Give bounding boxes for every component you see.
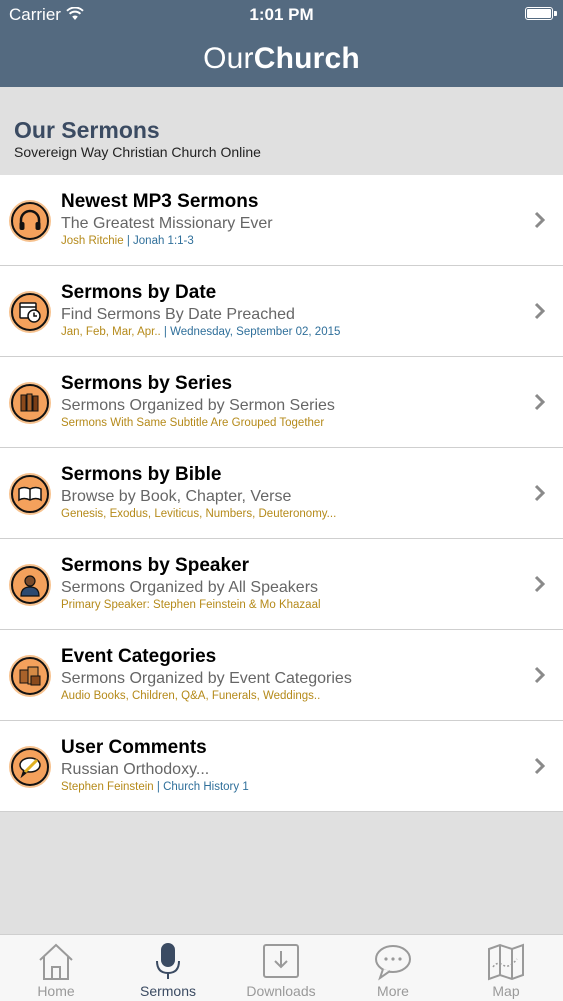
- detail-primary: Jan, Feb, Mar, Apr..: [61, 326, 161, 338]
- chevron-right-icon: [533, 211, 546, 234]
- detail-separator: |: [123, 235, 134, 247]
- open-bible-icon: [11, 475, 49, 513]
- list-item-sermons-by-speaker[interactable]: Sermons by Speaker Sermons Organized by …: [0, 539, 563, 630]
- app-title-church: Church: [253, 42, 360, 75]
- page-header: Our Sermons Sovereign Way Christian Chur…: [0, 87, 563, 175]
- list-item-detail: Jan, Feb, Mar, Apr.. | Wednesday, Septem…: [61, 326, 340, 338]
- tab-map[interactable]: Map: [450, 935, 562, 1001]
- list-item-title: Event Categories: [61, 646, 217, 667]
- list-item-subtitle: Find Sermons By Date Preached: [61, 306, 295, 323]
- calendar-clock-icon: [11, 293, 49, 331]
- list-item-detail: Stephen Feinstein | Church History 1: [61, 781, 249, 793]
- tab-map-label: Map: [492, 983, 520, 999]
- sermon-menu-list: Newest MP3 Sermons The Greatest Missiona…: [0, 175, 563, 812]
- list-item-event-categories[interactable]: Event Categories Sermons Organized by Ev…: [0, 630, 563, 721]
- chevron-right-icon: [533, 666, 546, 689]
- detail-separator: |: [160, 326, 171, 338]
- detail-primary: Josh Ritchie: [61, 235, 124, 247]
- detail-secondary: Church History 1: [163, 781, 249, 793]
- categories-icon: [11, 657, 49, 695]
- list-item-title: Sermons by Series: [61, 373, 233, 394]
- headphones-icon: [11, 202, 49, 240]
- chevron-right-icon: [533, 757, 546, 780]
- chevron-right-icon: [533, 393, 546, 416]
- list-item-title: Sermons by Bible: [61, 464, 222, 485]
- list-item-detail: Primary Speaker: Stephen Feinstein & Mo …: [61, 599, 321, 611]
- list-item-subtitle: Sermons Organized by All Speakers: [61, 579, 319, 596]
- list-item-subtitle: Browse by Book, Chapter, Verse: [61, 488, 292, 505]
- tab-downloads[interactable]: Downloads: [225, 935, 337, 1001]
- books-icon: [11, 384, 49, 422]
- list-item-title: Sermons by Date: [61, 282, 217, 303]
- list-item-sermons-by-bible[interactable]: Sermons by Bible Browse by Book, Chapter…: [0, 448, 563, 539]
- list-item-sermons-by-date[interactable]: Sermons by Date Find Sermons By Date Pre…: [0, 266, 563, 357]
- list-item-newest-mp3-sermons[interactable]: Newest MP3 Sermons The Greatest Missiona…: [0, 175, 563, 266]
- chevron-right-icon: [533, 302, 546, 325]
- tab-sermons[interactable]: Sermons: [112, 935, 224, 1001]
- clock: 1:01 PM: [249, 5, 314, 24]
- detail-primary: Genesis, Exodus, Leviticus, Numbers, Deu…: [61, 508, 337, 520]
- detail-secondary: Wednesday, September 02, 2015: [170, 326, 341, 338]
- app-title: OurChurch: [0, 30, 563, 87]
- battery-level: [527, 9, 551, 18]
- list-item-sermons-by-series[interactable]: Sermons by Series Sermons Organized by S…: [0, 357, 563, 448]
- list-item-subtitle: The Greatest Missionary Ever: [61, 215, 273, 232]
- list-item-detail: Josh Ritchie | Jonah 1:1-3: [61, 235, 194, 247]
- comment-pen-icon: [11, 748, 49, 786]
- nav-bar: OurChurch: [0, 30, 563, 87]
- tab-more[interactable]: More: [337, 935, 449, 1001]
- detail-primary: Primary Speaker: Stephen Feinstein & Mo …: [61, 599, 321, 611]
- status-bar: Carrier 1:01 PM: [0, 0, 563, 30]
- list-item-subtitle: Sermons Organized by Event Categories: [61, 670, 352, 687]
- battery-icon: [525, 7, 557, 20]
- list-item-detail: Audio Books, Children, Q&A, Funerals, We…: [61, 690, 320, 702]
- list-item-user-comments[interactable]: User Comments Russian Orthodoxy... Steph…: [0, 721, 563, 812]
- tab-downloads-label: Downloads: [246, 983, 316, 999]
- chevron-right-icon: [533, 575, 546, 598]
- detail-secondary: Jonah 1:1-3: [133, 235, 194, 247]
- tab-home[interactable]: Home: [0, 935, 112, 1001]
- chevron-right-icon: [533, 484, 546, 507]
- tab-bar: Home Sermons Downloads More Map: [0, 934, 563, 1001]
- list-item-title: Newest MP3 Sermons: [61, 191, 259, 212]
- speaker-person-icon: [11, 566, 49, 604]
- list-item-detail: Sermons With Same Subtitle Are Grouped T…: [61, 417, 324, 429]
- page-title: Our Sermons: [14, 117, 160, 143]
- detail-primary: Audio Books, Children, Q&A, Funerals, We…: [61, 690, 321, 702]
- list-item-subtitle: Sermons Organized by Sermon Series: [61, 397, 335, 414]
- tab-more-label: More: [377, 983, 409, 999]
- detail-separator: |: [153, 781, 164, 793]
- app-title-our: Our: [203, 42, 254, 75]
- list-item-title: User Comments: [61, 737, 207, 758]
- page-subtitle: Sovereign Way Christian Church Online: [14, 144, 261, 160]
- detail-primary: Stephen Feinstein: [61, 781, 154, 793]
- list-item-subtitle: Russian Orthodoxy...: [61, 761, 210, 778]
- list-item-title: Sermons by Speaker: [61, 555, 249, 576]
- detail-primary: Sermons With Same Subtitle Are Grouped T…: [61, 417, 325, 429]
- tab-home-label: Home: [37, 983, 75, 999]
- tab-sermons-label: Sermons: [139, 983, 197, 999]
- list-item-detail: Genesis, Exodus, Leviticus, Numbers, Deu…: [61, 508, 336, 520]
